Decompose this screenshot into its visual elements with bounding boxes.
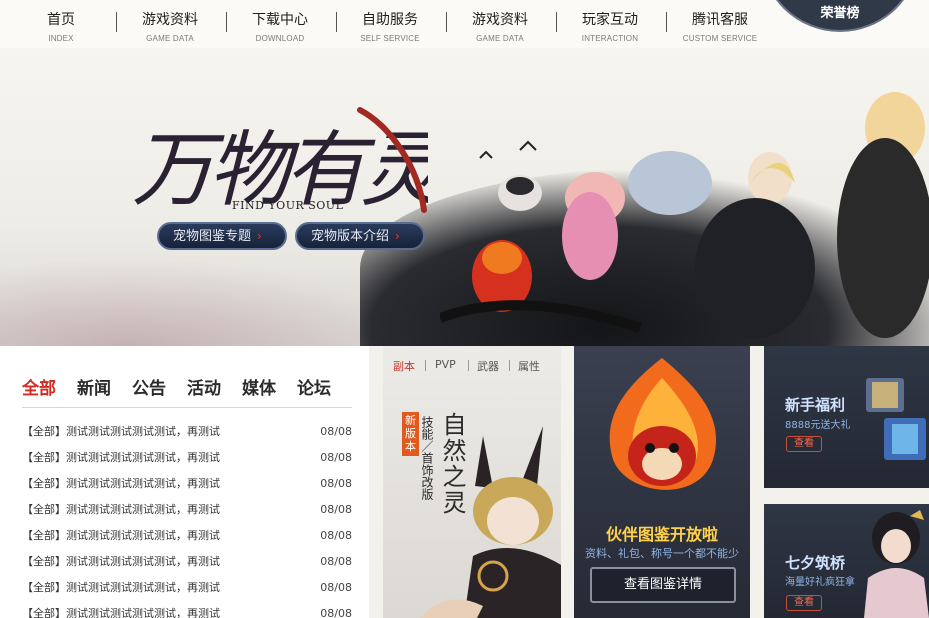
news-date: 08/08 (320, 451, 352, 464)
news-title: 【全部】测试测试测试测试测试，再测试 (22, 555, 220, 568)
tab-divider (509, 360, 510, 371)
tab-pvp[interactable]: PVP (435, 358, 456, 371)
news-tab-forum[interactable]: 论坛 (297, 374, 331, 399)
nav-sublabel: CUSTOM SERVICE (682, 34, 758, 43)
nav-item-self-service[interactable]: 自助服务 SELF SERVICE (335, 10, 445, 45)
news-title: 【全部】测试测试测试测试测试，再测试 (22, 503, 220, 516)
tab-divider (468, 360, 469, 371)
newbie-welfare-subtitle: 8888元送大礼 (785, 420, 851, 431)
pet-version-label: 宠物版本介绍 (311, 229, 390, 244)
news-title: 【全部】测试测试测试测试测试，再测试 (22, 607, 220, 618)
tab-weapon[interactable]: 武器 (477, 358, 499, 374)
news-title: 【全部】测试测试测试测试测试，再测试 (22, 477, 220, 490)
nav-item-interaction[interactable]: 玩家互动 INTERACTION (555, 10, 665, 45)
nav-sublabel: INTERACTION (581, 34, 639, 43)
pet-album-button[interactable]: 宠物图鉴专题 › (157, 222, 287, 250)
arrow-right-icon: › (395, 229, 400, 243)
news-date: 08/08 (320, 425, 352, 438)
news-date: 08/08 (320, 503, 352, 516)
nav-sublabel: INDEX (48, 34, 74, 43)
news-tab-news[interactable]: 新闻 (77, 374, 111, 399)
version-promo-subtitle: 技能／首饰改版 (420, 416, 434, 500)
qixi-bridge-card[interactable]: 七夕筑桥 海量好礼疯狂拿 查看 (764, 504, 929, 618)
news-title: 【全部】测试测试测试测试测试，再测试 (22, 425, 220, 438)
nav-label: 游戏资料 (472, 12, 528, 28)
nav-item-game-data-2[interactable]: 游戏资料 GAME DATA (445, 10, 555, 45)
news-title: 【全部】测试测试测试测试测试，再测试 (22, 529, 220, 542)
news-date: 08/08 (320, 529, 352, 542)
nav-label: 自助服务 (362, 12, 418, 28)
honor-board-button[interactable]: 荣誉榜 (760, 0, 920, 32)
newbie-welfare-card[interactable]: 新手福利 8888元送大礼 查看 (764, 346, 929, 488)
version-promo-title: 自然之灵 (438, 412, 466, 516)
tab-dungeon[interactable]: 副本 (393, 358, 415, 374)
nav-label: 游戏资料 (142, 12, 198, 28)
nav-item-game-data[interactable]: 游戏资料 GAME DATA (115, 10, 225, 45)
news-list-item[interactable]: 【全部】测试测试测试测试测试，再测试 08/08 (22, 474, 352, 494)
hero-banner: 万物有灵 FIND YOUR SOUL 宠物图鉴专题 › 宠物版本介绍 › (0, 48, 929, 346)
news-tab-media[interactable]: 媒体 (242, 374, 276, 399)
qixi-bridge-view-button[interactable]: 查看 (786, 595, 822, 611)
news-list-item[interactable]: 【全部】测试测试测试测试测试，再测试 08/08 (22, 604, 352, 618)
nav-item-index[interactable]: 首页 INDEX (6, 10, 116, 45)
pet-version-button[interactable]: 宠物版本介绍 › (295, 222, 425, 250)
hero-subtitle: FIND YOUR SOUL (232, 199, 344, 212)
nav-sublabel: GAME DATA (476, 34, 524, 43)
news-title: 【全部】测试测试测试测试测试，再测试 (22, 451, 220, 464)
gift-items-illustration (866, 378, 926, 460)
nav-label: 玩家互动 (582, 12, 638, 28)
news-date: 08/08 (320, 555, 352, 568)
news-panel: 全部 新闻 公告 活动 媒体 论坛 【全部】测试测试测试测试测试，再测试 08/0… (0, 346, 369, 618)
hero-characters-art (440, 92, 929, 338)
arrow-right-icon: › (257, 229, 262, 243)
news-tab-events[interactable]: 活动 (187, 374, 221, 399)
news-date: 08/08 (320, 581, 352, 594)
qixi-character-illustration (864, 510, 929, 618)
honor-board-label: 荣誉榜 (820, 6, 860, 21)
nav-item-download[interactable]: 下载中心 DOWNLOAD (225, 10, 335, 45)
nav-label: 下载中心 (252, 12, 308, 28)
qixi-bridge-title: 七夕筑桥 (785, 554, 846, 572)
nav-sublabel: GAME DATA (146, 34, 194, 43)
view-pet-album-button[interactable]: 查看图鉴详情 (590, 567, 736, 603)
pet-album-promo: 伙伴图鉴开放啦 资料、礼包、称号一个都不能少 查看图鉴详情 (574, 346, 750, 618)
news-date: 08/08 (320, 607, 352, 618)
new-version-badge: 新版本 (402, 412, 419, 456)
nav-label: 腾讯客服 (692, 12, 748, 28)
news-tab-notice[interactable]: 公告 (132, 374, 166, 399)
news-tab-all[interactable]: 全部 (22, 374, 56, 399)
news-list-item[interactable]: 【全部】测试测试测试测试测试，再测试 08/08 (22, 500, 352, 520)
pet-album-title: 伙伴图鉴开放啦 (605, 525, 718, 544)
news-list-item[interactable]: 【全部】测试测试测试测试测试，再测试 08/08 (22, 422, 352, 442)
news-list-item[interactable]: 【全部】测试测试测试测试测试，再测试 08/08 (22, 448, 352, 468)
nav-label: 首页 (47, 12, 75, 28)
tab-divider (425, 360, 426, 371)
pet-album-label: 宠物图鉴专题 (173, 229, 252, 244)
news-title: 【全部】测试测试测试测试测试，再测试 (22, 581, 220, 594)
top-nav: 首页 INDEX 游戏资料 GAME DATA 下载中心 DOWNLOAD 自助… (0, 0, 929, 48)
news-list-item[interactable]: 【全部】测试测试测试测试测试，再测试 08/08 (22, 552, 352, 572)
pet-album-subtitle: 资料、礼包、称号一个都不能少 (585, 547, 739, 560)
tab-attribute[interactable]: 属性 (518, 358, 540, 374)
news-list-item[interactable]: 【全部】测试测试测试测试测试，再测试 08/08 (22, 526, 352, 546)
fire-pet-illustration (609, 358, 717, 490)
nav-sublabel: DOWNLOAD (255, 34, 305, 43)
news-date: 08/08 (320, 477, 352, 490)
newbie-welfare-view-button[interactable]: 查看 (786, 436, 822, 452)
news-list-item[interactable]: 【全部】测试测试测试测试测试，再测试 08/08 (22, 578, 352, 598)
hero-mist (0, 258, 420, 346)
news-divider (22, 407, 352, 408)
qixi-bridge-subtitle: 海量好礼疯狂拿 (785, 577, 855, 588)
nav-item-custom-service[interactable]: 腾讯客服 CUSTOM SERVICE (665, 10, 775, 45)
nav-sublabel: SELF SERVICE (360, 34, 420, 43)
version-promo[interactable]: 副本 PVP 武器 属性 新版本 技能／首饰改版 自然之灵 (383, 346, 561, 618)
newbie-welfare-title: 新手福利 (785, 396, 846, 414)
